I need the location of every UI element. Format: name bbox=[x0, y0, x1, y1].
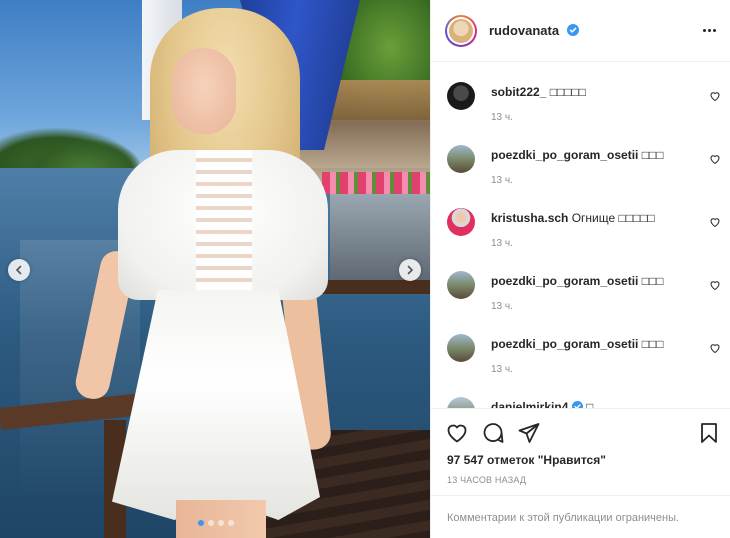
photo-flowers bbox=[322, 172, 430, 194]
post-actions: 97 547 отметок "Нравится" 13 ЧАСОВ НАЗАД… bbox=[431, 408, 730, 538]
carousel-prev-button[interactable] bbox=[8, 259, 30, 281]
comment-text: kristusha.sch Огнище □□□□□ bbox=[491, 210, 655, 226]
commenter-avatar[interactable] bbox=[447, 271, 475, 299]
commenter-username[interactable]: sobit222_ bbox=[491, 85, 546, 99]
heart-icon[interactable] bbox=[709, 279, 721, 291]
carousel-dot bbox=[208, 520, 214, 526]
comment-time: 13 ч. bbox=[491, 238, 513, 249]
commenter-avatar[interactable] bbox=[447, 334, 475, 362]
comment-time: 13 ч. bbox=[491, 301, 513, 312]
post-photo[interactable] bbox=[0, 0, 430, 538]
post-header: rudovanata bbox=[431, 0, 730, 62]
photo-person-legs bbox=[176, 500, 266, 538]
more-icon-dot bbox=[712, 28, 716, 32]
comment-time: 13 ч. bbox=[491, 112, 513, 123]
bookmark-icon[interactable] bbox=[697, 421, 721, 445]
photo-person-face bbox=[172, 48, 236, 134]
heart-icon[interactable] bbox=[709, 342, 721, 354]
chevron-left-icon bbox=[15, 265, 22, 275]
author-avatar-border bbox=[447, 16, 475, 45]
comment-body: □□□ bbox=[641, 274, 664, 288]
carousel-dot bbox=[218, 520, 224, 526]
likes-count[interactable]: 97 547 отметок "Нравится" bbox=[447, 453, 606, 467]
comment-time: 13 ч. bbox=[491, 364, 513, 375]
author-username-text: rudovanata bbox=[489, 23, 560, 38]
comment-text: poezdki_po_goram_osetii □□□ bbox=[491, 273, 663, 289]
commenter-username[interactable]: poezdki_po_goram_osetii bbox=[491, 274, 638, 288]
commenter-username[interactable]: kristusha.sch bbox=[491, 211, 568, 225]
post-sidebar: rudovanata sobit222_ □□□□□ 13 ч. poezdki… bbox=[430, 0, 730, 538]
comment-text: danielmirkin4 □ bbox=[491, 399, 593, 408]
comment-body: □□□ bbox=[641, 337, 664, 351]
comments-list[interactable]: sobit222_ □□□□□ 13 ч. poezdki_po_goram_o… bbox=[431, 62, 730, 408]
author-avatar-image bbox=[449, 18, 473, 43]
more-options-button[interactable] bbox=[701, 22, 717, 38]
comment-text: poezdki_po_goram_osetii □□□ bbox=[491, 336, 663, 352]
heart-icon[interactable] bbox=[709, 153, 721, 165]
author-avatar[interactable] bbox=[445, 14, 477, 47]
comment-time: 13 ч. bbox=[491, 175, 513, 186]
commenter-avatar[interactable] bbox=[447, 145, 475, 173]
heart-icon[interactable] bbox=[709, 90, 721, 102]
photo-trees bbox=[30, 140, 140, 170]
commenter-username[interactable]: poezdki_po_goram_osetii bbox=[491, 148, 638, 162]
more-icon-dot bbox=[707, 28, 711, 32]
commenter-avatar[interactable] bbox=[447, 397, 475, 408]
comment-body: □ bbox=[586, 400, 594, 408]
carousel-indicator bbox=[198, 520, 234, 526]
share-icon[interactable] bbox=[517, 421, 541, 445]
commenter-avatar[interactable] bbox=[447, 82, 475, 110]
carousel-next-button[interactable] bbox=[399, 259, 421, 281]
post-timestamp[interactable]: 13 ЧАСОВ НАЗАД bbox=[447, 475, 526, 485]
heart-icon[interactable] bbox=[709, 216, 721, 228]
comment-body: □□□ bbox=[641, 148, 664, 162]
commenter-avatar[interactable] bbox=[447, 208, 475, 236]
comment-text: sobit222_ □□□□□ bbox=[491, 84, 586, 100]
comment-body: □□□□□ bbox=[549, 85, 586, 99]
comment-icon[interactable] bbox=[481, 421, 505, 445]
commenter-username[interactable]: danielmirkin4 bbox=[491, 400, 568, 408]
carousel-dot bbox=[228, 520, 234, 526]
heart-icon[interactable] bbox=[445, 421, 469, 445]
comments-restricted-notice: Комментарии к этой публикации ограничены… bbox=[431, 495, 730, 538]
author-username[interactable]: rudovanata bbox=[489, 23, 579, 38]
photo-dress-lace bbox=[196, 150, 252, 290]
chevron-right-icon bbox=[407, 265, 414, 275]
verified-icon bbox=[571, 401, 583, 408]
instagram-post: rudovanata sobit222_ □□□□□ 13 ч. poezdki… bbox=[0, 0, 730, 538]
comment-text: poezdki_po_goram_osetii □□□ bbox=[491, 147, 663, 163]
commenter-username[interactable]: poezdki_po_goram_osetii bbox=[491, 337, 638, 351]
more-icon bbox=[702, 28, 706, 32]
carousel-dot bbox=[198, 520, 204, 526]
verified-icon bbox=[566, 24, 579, 36]
comment-body: Огнище □□□□□ bbox=[571, 211, 655, 225]
